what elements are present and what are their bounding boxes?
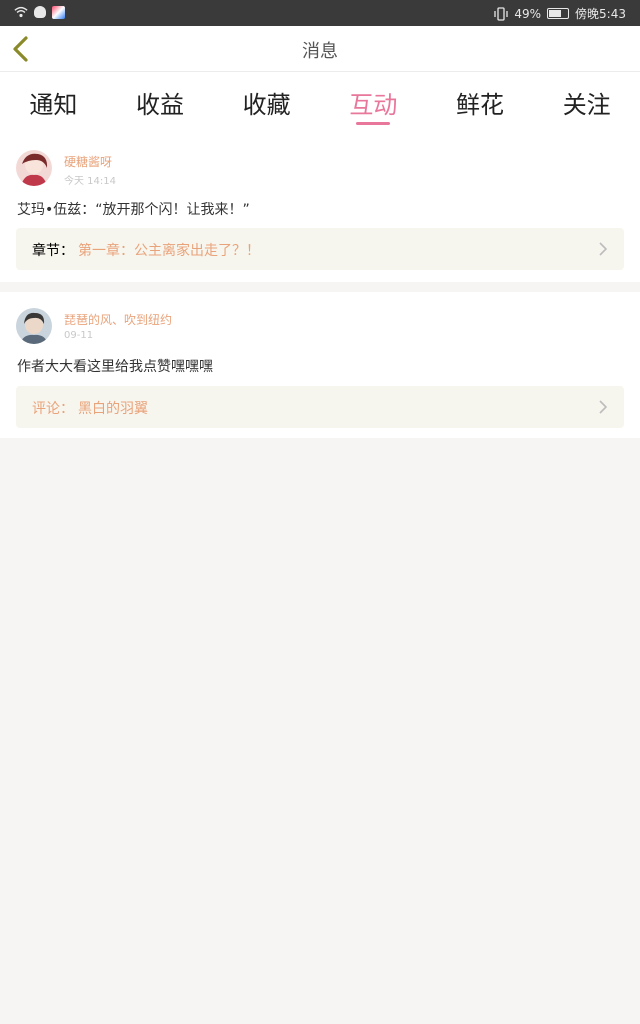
chapter-reference[interactable]: 章节： 第一章：公主离家出走了？！ [16,228,624,270]
message-content: 艾玛•伍兹：“放开那个闪！让我来！” [17,202,250,218]
tab-interactions[interactable]: 互动 [320,72,427,134]
avatar[interactable] [16,308,52,344]
tab-notifications[interactable]: 通知 [0,72,107,134]
message-time: 09-11 [64,330,94,341]
app-notification-icon [52,5,65,19]
reference-label: 章节： [32,243,74,259]
tab-earnings[interactable]: 收益 [107,72,214,134]
avatar[interactable] [16,150,52,186]
tab-flowers[interactable]: 鲜花 [427,72,534,134]
tab-following[interactable]: 关注 [533,72,640,134]
vibrate-icon [494,6,509,21]
tab-bar: 通知 收益 收藏 互动 鲜花 关注 [0,72,640,134]
username[interactable]: 琵琶的风、吹到纽约 [64,311,172,328]
message-content: 作者大大看这里给我点赞嘿嘿嘿 [17,359,213,375]
message-item[interactable]: 硬糖酱呀 今天 14:14 艾玛•伍兹：“放开那个闪！让我来！” 章节： 第一章… [0,134,640,282]
status-bar-right: 49% 傍晚5:43 [494,5,626,22]
tab-favorites[interactable]: 收藏 [213,72,320,134]
comment-reference[interactable]: 评论： 黑白的羽翼 [16,386,624,428]
battery-icon [547,8,570,19]
reference-label: 评论： [32,401,74,417]
page-title: 消息 [302,41,338,62]
message-item[interactable]: 琵琶的风、吹到纽约 09-11 作者大大看这里给我点赞嘿嘿嘿 评论： 黑白的羽翼 [0,292,640,438]
header-bar: 消息 [0,26,640,72]
battery-percent: 49% [514,6,542,21]
wifi-icon [14,6,28,18]
status-bar: 49% 傍晚5:43 [0,0,640,26]
chevron-right-icon [599,400,608,414]
message-time: 今天 14:14 [64,176,116,187]
status-bar-left [14,5,65,19]
username[interactable]: 硬糖酱呀 [64,153,112,170]
status-time: 傍晚5:43 [575,7,626,21]
chevron-right-icon [599,242,608,256]
reference-value: 第一章：公主离家出走了？！ [78,243,260,259]
reference-value: 黑白的羽翼 [78,401,148,417]
qq-icon [34,6,46,18]
